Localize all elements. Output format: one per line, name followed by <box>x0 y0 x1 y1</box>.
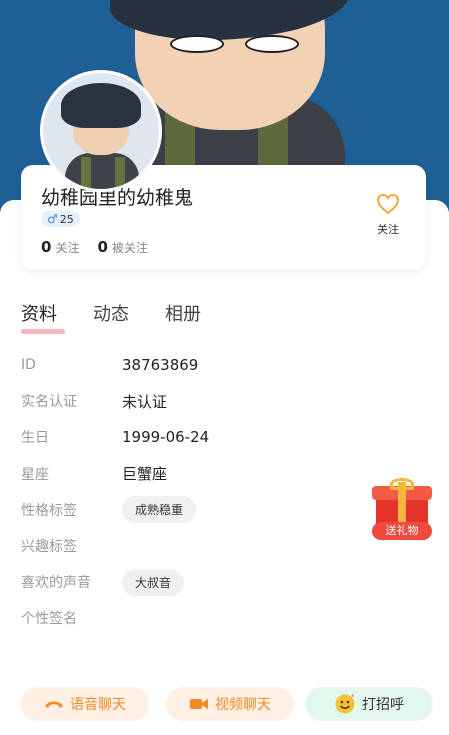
personality-tag: 成熟稳重 <box>122 496 197 524</box>
voice-tag: 大叔音 <box>122 568 185 596</box>
profile-tabs: 资料 动态 相册 <box>21 300 201 334</box>
follow-button[interactable]: 关注 <box>376 193 400 237</box>
interests-label: 兴趣标签 <box>21 539 77 556</box>
send-gift-label: 送礼物 <box>372 522 432 540</box>
birthday-label: 生日 <box>21 430 49 447</box>
gender-age-badge: ♂ 25 <box>41 211 80 227</box>
send-gift-button[interactable]: 送礼物 <box>368 478 436 548</box>
info-row-voice: 喜欢的声音 大叔音 <box>21 564 381 600</box>
info-row-id: ID 38763869 <box>21 347 381 383</box>
signature-label: 个性签名 <box>21 611 77 628</box>
id-value: 38763869 <box>122 356 199 375</box>
avatar-body <box>65 153 139 189</box>
info-row-personality: 性格标签 成熟稳重 <box>21 492 381 528</box>
info-row-verification: 实名认证 未认证 <box>21 383 381 419</box>
male-icon: ♂ <box>47 212 58 226</box>
info-row-birthday: 生日 1999-06-24 <box>21 419 381 455</box>
gift-bow <box>390 478 414 490</box>
banner-eye <box>245 35 299 53</box>
voice-chat-button[interactable]: 语音聊天 <box>21 687 149 721</box>
id-label: ID <box>21 357 36 374</box>
info-row-interests: 兴趣标签 <box>21 528 381 564</box>
info-row-signature: 个性签名 <box>21 600 381 636</box>
phone-icon <box>45 701 63 708</box>
video-camera-icon <box>190 699 208 709</box>
tab-profile-info[interactable]: 资料 <box>21 300 65 334</box>
personality-label: 性格标签 <box>21 502 77 519</box>
avatar[interactable] <box>40 70 162 192</box>
follow-button-label: 关注 <box>377 223 399 236</box>
followers-count: 0 <box>97 238 108 256</box>
smile-icon <box>335 694 355 714</box>
video-chat-label: 视频聊天 <box>215 697 271 713</box>
tab-album[interactable]: 相册 <box>165 300 201 326</box>
following-count: 0 <box>41 238 52 256</box>
greet-button[interactable]: 打招呼 <box>305 687 433 721</box>
followers-label: 被关注 <box>111 241 148 255</box>
follow-stats: 0 关注 0 被关注 <box>41 238 148 256</box>
greet-label: 打招呼 <box>362 697 404 713</box>
avatar-strap <box>81 157 91 189</box>
zodiac-label: 星座 <box>21 466 49 483</box>
voice-label: 喜欢的声音 <box>21 575 91 592</box>
banner-eye <box>170 35 224 53</box>
avatar-strap <box>115 157 125 189</box>
heart-icon <box>376 193 400 215</box>
profile-info-list: ID 38763869 实名认证 未认证 生日 1999-06-24 星座 巨蟹… <box>21 347 381 637</box>
birthday-value: 1999-06-24 <box>122 428 210 447</box>
followers-stat[interactable]: 0 被关注 <box>97 238 147 256</box>
info-row-zodiac: 星座 巨蟹座 <box>21 456 381 492</box>
zodiac-value: 巨蟹座 <box>122 465 168 484</box>
video-chat-button[interactable]: 视频聊天 <box>166 687 294 721</box>
following-label: 关注 <box>55 241 80 255</box>
verification-value: 未认证 <box>122 392 168 411</box>
tab-moments[interactable]: 动态 <box>93 300 129 326</box>
following-stat[interactable]: 0 关注 <box>41 238 79 256</box>
verification-label: 实名认证 <box>21 394 77 411</box>
age-value: 25 <box>59 212 74 226</box>
voice-chat-label: 语音聊天 <box>70 697 126 713</box>
avatar-hair <box>61 83 141 128</box>
